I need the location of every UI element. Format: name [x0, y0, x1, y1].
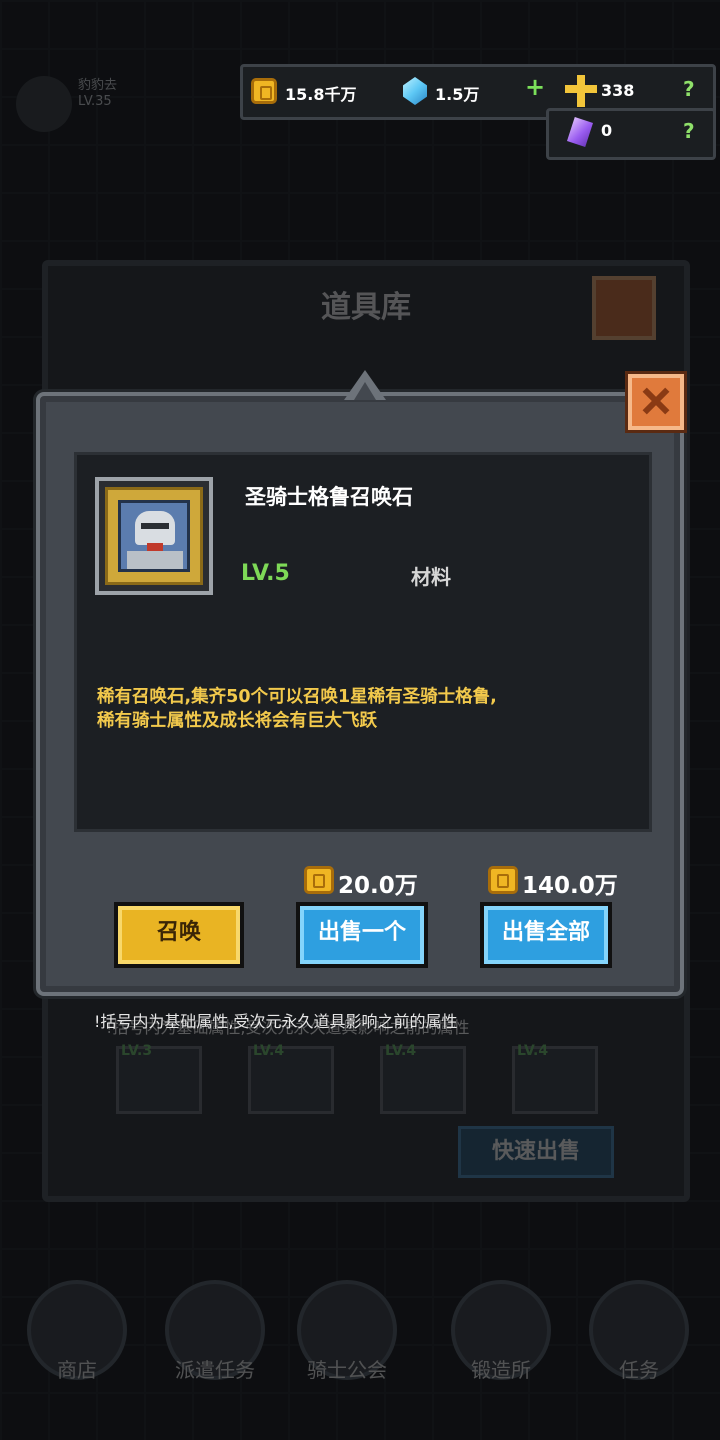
inventory-slot: LV.4 [512, 1043, 598, 1114]
slot-level: LV.4 [253, 1043, 285, 1059]
crystal-amount: 0 [601, 121, 613, 140]
crystal-icon [567, 117, 593, 147]
slot-level: LV.3 [121, 1043, 153, 1059]
crystal-help-button[interactable]: ? [683, 119, 695, 143]
player-info: 豹豹去 LV.35 [16, 70, 126, 140]
slot-level: LV.4 [385, 1043, 417, 1059]
inventory-close-icon [592, 276, 656, 340]
item-icon-background [105, 487, 203, 585]
diamond-icon [403, 77, 427, 105]
holy-cross-icon [565, 75, 597, 107]
nav-tasks: 任务 [584, 1280, 694, 1383]
item-name: 圣骑士格鲁召唤石 [245, 485, 413, 509]
gold-coin-icon [251, 78, 277, 104]
item-description-line: 稀有召唤石,集齐50个可以召唤1星稀有圣骑士格鲁, [97, 687, 497, 707]
summon-button[interactable]: 召唤 [114, 902, 244, 968]
attribute-note-visible: !括号内为基础属性,受次元永久道具影响之前的属性 [94, 1012, 458, 1031]
inventory-slot: LV.4 [380, 1043, 466, 1114]
gold-coin-icon [304, 866, 334, 894]
close-icon[interactable] [628, 374, 684, 430]
item-icon-frame [95, 477, 213, 595]
nav-forge: 锻造所 [446, 1280, 556, 1383]
inventory-title: 道具库 [321, 290, 411, 325]
add-diamond-button[interactable]: + [525, 73, 545, 101]
item-level: LV.5 [241, 561, 290, 586]
item-type: 材料 [411, 565, 451, 589]
nav-shop: 商店 [22, 1280, 132, 1383]
sell-one-price-value: 20.0万 [338, 873, 418, 899]
item-detail-modal: 圣骑士格鲁召唤石 LV.5 材料 稀有召唤石,集齐50个可以召唤1星稀有圣骑士格… [36, 370, 684, 996]
item-description-line: 稀有骑士属性及成长将会有巨大飞跃 [97, 711, 377, 731]
paladin-knight-icon [118, 500, 190, 572]
nav-dispatch: 派遣任务 [160, 1280, 270, 1383]
inventory-slots: LV.3 LV.4 LV.4 LV.4 [108, 1043, 628, 1116]
slot-level: LV.4 [517, 1043, 549, 1059]
sell-all-price-value: 140.0万 [522, 873, 618, 899]
player-level: LV.35 [78, 94, 112, 109]
inventory-slot: LV.4 [248, 1043, 334, 1114]
cross-help-button[interactable]: ? [683, 77, 695, 101]
player-name: 豹豹去 [78, 78, 118, 93]
quick-sell-button: 快速出售 [458, 1126, 614, 1178]
gold-coin-icon [488, 866, 518, 894]
inventory-slot: LV.3 [116, 1043, 202, 1114]
sell-one-button[interactable]: 出售一个 [296, 902, 428, 968]
cross-amount: 338 [601, 81, 635, 100]
nav-guild: 骑士公会 [292, 1280, 402, 1383]
bottom-nav: 商店 派遣任务 骑士公会 锻造所 任务 [0, 1280, 720, 1400]
player-avatar [16, 76, 72, 132]
diamond-amount: 1.5万 [435, 85, 480, 104]
item-description: 稀有召唤石,集齐50个可以召唤1星稀有圣骑士格鲁, 稀有骑士属性及成长将会有巨大… [97, 685, 637, 733]
sell-all-button[interactable]: 出售全部 [480, 902, 612, 968]
currency-bar-secondary: 0 ? [546, 108, 716, 160]
item-info-box: 圣骑士格鲁召唤石 LV.5 材料 稀有召唤石,集齐50个可以召唤1星稀有圣骑士格… [74, 452, 652, 832]
gold-amount: 15.8千万 [285, 85, 357, 104]
